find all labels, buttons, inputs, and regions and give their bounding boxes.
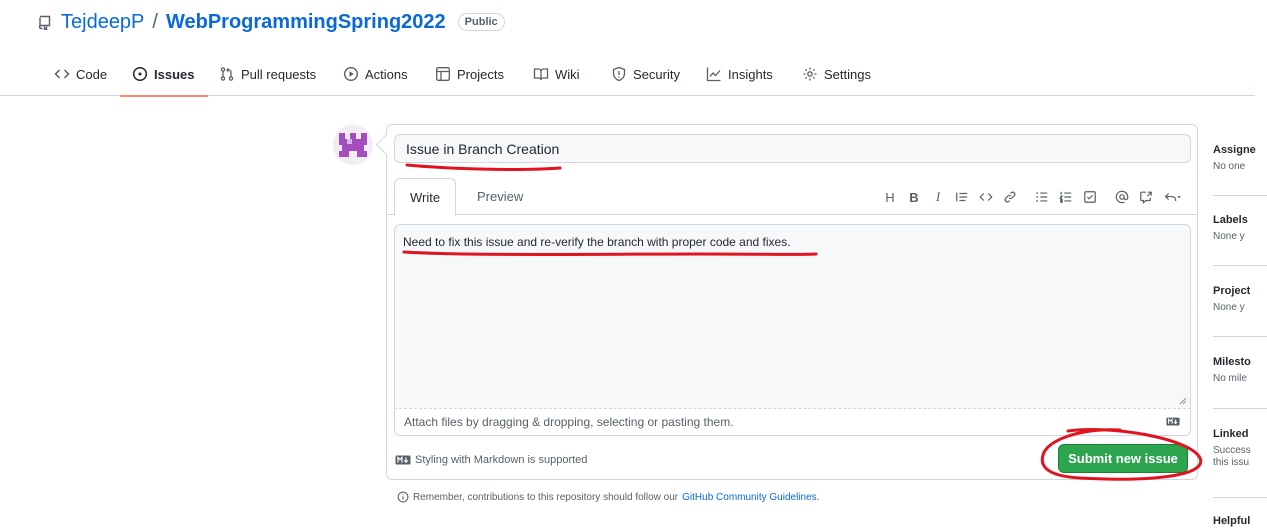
tab-insights[interactable]: Insights xyxy=(706,52,773,96)
tab-settings[interactable]: Settings xyxy=(802,52,871,96)
tab-actions[interactable]: Actions xyxy=(343,52,408,96)
markdown-icon xyxy=(395,455,411,465)
sidebar-value: No mile xyxy=(1213,373,1247,384)
shield-icon xyxy=(612,66,626,82)
community-guidelines-link[interactable]: GitHub Community Guidelines xyxy=(682,492,817,503)
reminder-suffix: . xyxy=(816,491,820,503)
sidebar-divider xyxy=(1213,408,1267,409)
issue-opened-icon xyxy=(132,66,148,82)
unordered-list-button[interactable] xyxy=(1031,188,1053,206)
sidebar-heading: Linked xyxy=(1213,428,1249,440)
code-icon xyxy=(979,193,993,201)
sidebar-divider xyxy=(1213,336,1267,337)
link-button[interactable] xyxy=(999,188,1021,206)
sidebar-heading: Project xyxy=(1213,285,1251,297)
tab-label: Pull requests xyxy=(241,66,317,82)
code-icon xyxy=(54,69,70,79)
contribution-reminder: Remember, contributions to this reposito… xyxy=(397,491,819,503)
sidebar-divider xyxy=(1213,497,1267,498)
sidebar-divider xyxy=(1213,265,1267,266)
info-icon xyxy=(397,491,409,503)
markdown-support-note[interactable]: Styling with Markdown is supported xyxy=(395,453,587,467)
visibility-badge: Public xyxy=(457,13,505,31)
git-pull-request-icon xyxy=(220,67,234,81)
issue-body-textarea[interactable]: Need to fix this issue and re-verify the… xyxy=(394,224,1191,408)
play-icon xyxy=(343,66,359,82)
gear-icon xyxy=(803,67,817,81)
sidebar-linked[interactable]: Linked Success this issu xyxy=(1213,426,1267,469)
identicon-image xyxy=(333,125,373,165)
repo-name-link[interactable]: WebProgrammingSpring2022 xyxy=(166,11,446,34)
attach-files-area[interactable]: Attach files by dragging & dropping, sel… xyxy=(394,408,1191,436)
repo-owner-link[interactable]: TejdeepP xyxy=(61,11,144,34)
tab-label: Wiki xyxy=(555,66,580,82)
quote-icon xyxy=(956,192,968,202)
quote-button[interactable] xyxy=(951,188,973,206)
ordered-list-icon xyxy=(1059,191,1072,203)
repo-separator: / xyxy=(152,10,158,33)
tab-label: Issues xyxy=(154,66,195,82)
book-icon xyxy=(533,68,549,81)
markdown-toolbar: H B I xyxy=(877,188,1187,206)
tab-label: Insights xyxy=(728,66,773,82)
sidebar-labels[interactable]: Labels None y xyxy=(1213,212,1267,243)
tasklist-icon xyxy=(1084,191,1096,203)
mention-button[interactable] xyxy=(1111,188,1133,206)
tab-label: Settings xyxy=(824,66,871,82)
tab-wiki[interactable]: Wiki xyxy=(533,52,580,96)
tasklist-button[interactable] xyxy=(1079,188,1101,206)
sidebar-heading: Milesto xyxy=(1213,356,1251,368)
submit-new-issue-button[interactable]: Submit new issue xyxy=(1058,444,1188,473)
resize-grip-icon[interactable] xyxy=(1179,397,1187,405)
sidebar-heading: Assigne xyxy=(1213,144,1256,156)
reply-icon xyxy=(1164,193,1181,201)
sidebar-assignees[interactable]: Assigne No one xyxy=(1213,142,1267,173)
tab-label: Security xyxy=(633,66,680,82)
mention-icon xyxy=(1115,190,1129,204)
reminder-text: Remember, contributions to this reposito… xyxy=(413,491,679,503)
tab-projects[interactable]: Projects xyxy=(435,52,504,96)
markdown-icon xyxy=(1166,417,1180,426)
tab-security[interactable]: Security xyxy=(611,52,680,96)
heading-button[interactable]: H xyxy=(879,188,901,206)
tab-label: Code xyxy=(76,66,108,82)
issue-body-text: Need to fix this issue and re-verify the… xyxy=(403,235,791,249)
tab-pull-requests[interactable]: Pull requests xyxy=(219,52,316,96)
markdown-support-text: Styling with Markdown is supported xyxy=(415,454,588,466)
cross-reference-icon xyxy=(1140,191,1152,204)
sidebar-value: this issu xyxy=(1213,457,1250,468)
link-icon xyxy=(1004,191,1016,203)
tab-issues[interactable]: Issues xyxy=(119,52,210,97)
repo-header: TejdeepP / WebProgrammingSpring2022 Publ… xyxy=(37,10,505,34)
attach-files-hint: Attach files by dragging & dropping, sel… xyxy=(404,415,734,429)
repo-nav: Code Issues Pull requests Actions Projec… xyxy=(0,52,1255,97)
ordered-list-button[interactable] xyxy=(1055,188,1077,206)
graph-icon xyxy=(706,67,721,82)
tab-label: Projects xyxy=(457,66,504,82)
avatar[interactable] xyxy=(333,125,373,165)
tab-code[interactable]: Code xyxy=(54,52,107,96)
sidebar-projects[interactable]: Project None y xyxy=(1213,283,1267,314)
tab-preview[interactable]: Preview xyxy=(462,178,538,215)
table-icon xyxy=(436,67,450,81)
italic-button[interactable]: I xyxy=(927,188,949,206)
sidebar-value: Success xyxy=(1213,445,1251,456)
sidebar-divider xyxy=(1213,195,1267,196)
bold-button[interactable]: B xyxy=(903,188,925,206)
repo-icon xyxy=(38,15,51,30)
code-button[interactable] xyxy=(975,188,997,206)
cross-reference-button[interactable] xyxy=(1135,188,1157,206)
tab-write[interactable]: Write xyxy=(394,178,457,216)
issue-title-input[interactable] xyxy=(394,134,1191,163)
sidebar-value: None y xyxy=(1213,302,1245,313)
reply-button[interactable] xyxy=(1159,188,1187,206)
sidebar-value: No one xyxy=(1213,161,1246,172)
unordered-list-icon xyxy=(1036,192,1048,202)
sidebar-milestone[interactable]: Milesto No mile xyxy=(1213,354,1267,385)
sidebar-heading: Labels xyxy=(1213,214,1248,226)
editor-tabs: Write Preview H B I xyxy=(387,178,1197,216)
sidebar-value: None y xyxy=(1213,231,1245,242)
tab-label: Actions xyxy=(365,66,408,82)
